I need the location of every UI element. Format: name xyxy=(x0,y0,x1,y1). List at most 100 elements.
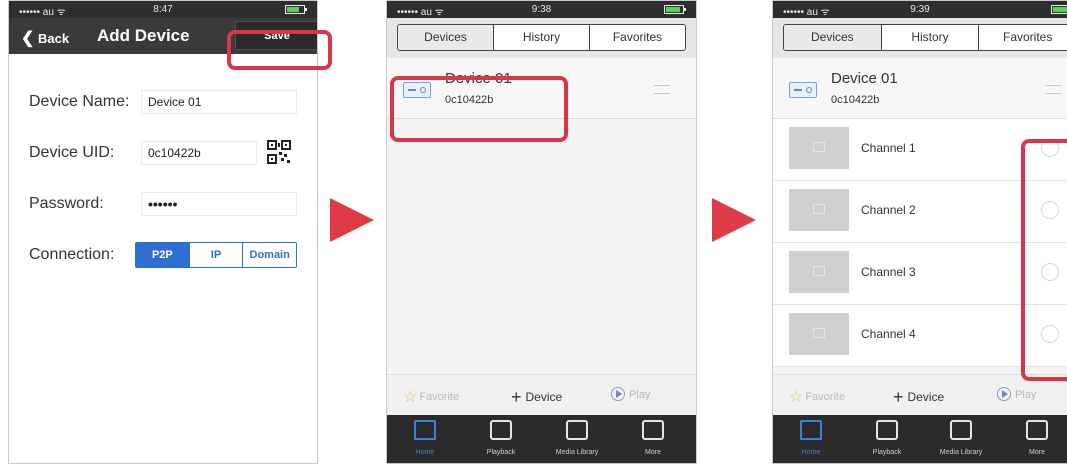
tab-more[interactable]: More xyxy=(1007,415,1067,463)
plus-icon: + xyxy=(511,387,522,407)
device-uid-row: Device UID: 0c10422b xyxy=(9,136,317,170)
device-name-row: Device Name: Device 01 xyxy=(9,85,317,119)
qr-code-icon[interactable] xyxy=(267,140,291,164)
favorite-button[interactable]: ☆ Favorite xyxy=(789,387,845,407)
camera-device-icon xyxy=(789,82,817,98)
device-list-screen: •••••• au ᯤ 9:38 Devices History Favorit… xyxy=(386,0,697,464)
add-device-button[interactable]: + Device xyxy=(511,387,562,408)
favorite-button[interactable]: ☆ Favorite xyxy=(403,387,459,407)
channel-thumbnail-icon xyxy=(789,251,849,293)
battery-icon xyxy=(1051,5,1067,14)
back-label: Back xyxy=(38,31,70,46)
segmented-tabs: Devices History Favorites xyxy=(397,24,686,51)
tab-history[interactable]: History xyxy=(493,25,589,50)
tab-media-library[interactable]: Media Library xyxy=(931,415,991,463)
tab-devices[interactable]: Devices xyxy=(398,25,493,50)
device-name-label: Device Name: xyxy=(29,93,130,110)
add-device-button[interactable]: + Device xyxy=(893,387,944,408)
play-label: Play xyxy=(629,389,651,401)
add-device-label: Device xyxy=(525,390,563,404)
tab-history[interactable]: History xyxy=(880,25,979,50)
connection-row: Connection: P2P IP Domain xyxy=(9,238,317,272)
step-arrow-2 xyxy=(712,198,756,242)
action-bar: ☆ Favorite + Device Play xyxy=(773,374,1067,415)
page-title: Add Device xyxy=(97,26,190,45)
connection-option-p2p[interactable]: P2P xyxy=(136,243,189,267)
channel-thumbnail-icon xyxy=(789,127,849,169)
favorite-label: Favorite xyxy=(419,391,460,403)
playback-icon xyxy=(876,420,898,440)
channel-label: Channel 4 xyxy=(861,327,916,341)
device-name: Device 01 xyxy=(831,70,898,87)
play-button[interactable]: Play xyxy=(611,387,650,401)
device-highlight xyxy=(390,76,568,142)
play-icon xyxy=(997,387,1011,401)
clock: 9:39 xyxy=(910,4,930,15)
star-icon: ☆ xyxy=(789,389,804,406)
star-icon: ☆ xyxy=(403,389,418,406)
bottom-tab-bar: Home Playback Media Library More xyxy=(773,415,1067,463)
connection-option-ip[interactable]: IP xyxy=(188,243,243,267)
play-icon xyxy=(611,387,625,401)
tab-more-label: More xyxy=(1029,449,1045,456)
tab-playback-label: Playback xyxy=(486,449,516,456)
back-button[interactable]: ❮ Back xyxy=(21,28,69,48)
device-name-field[interactable]: Device 01 xyxy=(141,90,297,114)
plus-icon: + xyxy=(893,387,904,407)
add-device-label: Device xyxy=(907,390,945,404)
status-bar: •••••• au ᯤ 9:38 xyxy=(387,1,696,18)
tab-devices[interactable]: Devices xyxy=(784,25,881,50)
tab-media-library-label: Media Library xyxy=(939,449,983,456)
tab-media-library-label: Media Library xyxy=(555,449,599,456)
battery-icon xyxy=(664,5,686,14)
save-highlight xyxy=(227,30,332,70)
password-row: Password: •••••• xyxy=(9,187,317,221)
channel-label: Channel 1 xyxy=(861,141,916,155)
device-list-item[interactable]: Device 01 0c10422b xyxy=(773,58,1067,119)
password-label: Password: xyxy=(29,195,104,212)
home-icon xyxy=(800,420,822,440)
tab-playback[interactable]: Playback xyxy=(471,415,531,463)
channel-select-highlight xyxy=(1021,139,1067,381)
tab-home-label: Home xyxy=(415,449,435,456)
tabs-bar: Devices History Favorites xyxy=(387,18,696,58)
connection-segmented-control: P2P IP Domain xyxy=(135,242,297,268)
status-bar: •••••• au ᯤ 9:39 xyxy=(773,1,1067,18)
action-bar: ☆ Favorite + Device Play xyxy=(387,374,696,415)
device-uid-label: Device UID: xyxy=(29,144,115,161)
connection-option-domain[interactable]: Domain xyxy=(242,243,296,267)
tab-media-library[interactable]: Media Library xyxy=(547,415,607,463)
channel-thumbnail-icon xyxy=(789,189,849,231)
clock: 8:47 xyxy=(153,4,173,15)
tab-playback-label: Playback xyxy=(872,449,902,456)
playback-icon xyxy=(490,420,512,440)
folder-icon xyxy=(950,420,972,440)
channel-label: Channel 3 xyxy=(861,265,916,279)
bottom-tab-bar: Home Playback Media Library More xyxy=(387,415,696,463)
step-arrow-1 xyxy=(330,198,374,242)
more-grid-icon xyxy=(642,420,664,440)
tabs-bar: Devices History Favorites xyxy=(773,18,1067,58)
drag-handle-icon[interactable] xyxy=(1045,85,1061,94)
tab-home[interactable]: Home xyxy=(781,415,841,463)
drag-handle-icon[interactable] xyxy=(654,85,670,94)
tab-home[interactable]: Home xyxy=(395,415,455,463)
password-field[interactable]: •••••• xyxy=(141,192,297,216)
tab-favorites[interactable]: Favorites xyxy=(978,25,1067,50)
connection-label: Connection: xyxy=(29,246,115,263)
chevron-left-icon: ❮ xyxy=(21,30,35,47)
channel-thumbnail-icon xyxy=(789,313,849,355)
device-uid-field[interactable]: 0c10422b xyxy=(141,141,257,165)
segmented-tabs: Devices History Favorites xyxy=(783,24,1067,51)
clock: 9:38 xyxy=(531,4,552,15)
play-button[interactable]: Play xyxy=(997,387,1036,401)
play-label: Play xyxy=(1015,389,1037,401)
home-icon xyxy=(414,420,436,440)
tab-favorites[interactable]: Favorites xyxy=(589,25,685,50)
tab-playback[interactable]: Playback xyxy=(857,415,917,463)
status-bar: •••••• au ᯤ 8:47 xyxy=(9,1,317,18)
device-uid: 0c10422b xyxy=(831,94,880,106)
channel-label: Channel 2 xyxy=(861,203,916,217)
tab-more-label: More xyxy=(645,449,661,456)
tab-more[interactable]: More xyxy=(623,415,683,463)
